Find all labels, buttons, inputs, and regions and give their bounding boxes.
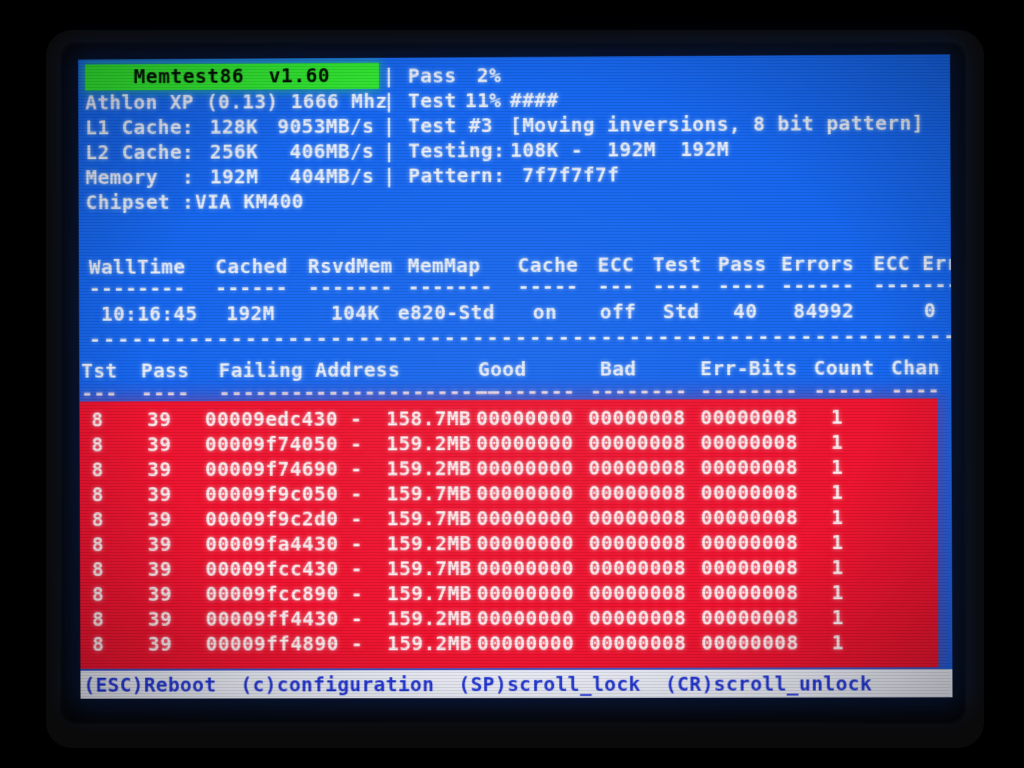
error-table-row: 8 39 00009fcc890 - 159.7MB 00000000 00000008 0… [80,580,938,607]
error-cell-count: 1 [831,506,844,530]
memtest86-screen: Memtest86 v1.60 Athlon XP (0.13) 1666 Mh… [78,54,953,699]
error-cell-err-bits: 00000008 [700,531,799,555]
error-cell-megabytes: 159.7MB [386,557,472,581]
error-cell-bad: 00000008 [588,456,686,480]
error-cell-bad: 00000008 [588,506,686,530]
error-cell-address: 00009f74690 - [204,457,363,481]
error-cell-err-bits: 00000008 [700,456,799,480]
error-cell-bad: 00000008 [589,631,687,655]
error-table-row: 8 39 00009edc430 - 158.7MB 00000000 00000008 0… [79,404,937,432]
error-cell-megabytes: 159.2MB [386,532,472,556]
keyboard-shortcuts-bar[interactable]: (ESC)Reboot (c)configuration (SP)scroll_… [80,672,952,697]
error-cell-address: 00009ff4430 - [205,607,363,631]
error-list-rows[interactable]: 8 39 00009edc430 -158.7MB 00000000 00000008 0… [79,398,938,668]
error-cell-tst: 8 [91,433,104,457]
error-cell-bad: 00000008 [588,556,687,580]
error-cell-good: 00000000 [476,631,575,656]
error-cell-bad: 00000008 [588,431,686,455]
error-cell-pass: 39 [147,483,172,507]
crt-photo: Memtest86 v1.60 Athlon XP (0.13) 1666 Mh… [0,0,1024,768]
error-table-row: 8 39 00009ff4430 - 159.2MB 00000000 00000008 0… [80,605,938,632]
error-cell-megabytes: 159.7MB [386,482,472,506]
error-cell-good: 00000000 [476,406,574,431]
error-cell-count: 1 [831,581,844,605]
error-cell-bad: 00000008 [588,406,686,430]
error-cell-err-bits: 00000008 [700,481,799,505]
error-cell-tst: 8 [92,607,105,631]
error-cell-count: 1 [831,556,844,580]
error-cell-address: 00009f74050 - [204,432,363,457]
error-cell-count: 1 [830,405,844,429]
error-cell-pass: 39 [147,508,172,532]
error-cell-megabytes: 159.2MB [386,457,472,481]
error-cell-address: 00009edc430 - [204,407,363,432]
error-cell-bad: 00000008 [588,606,687,630]
error-cell-count: 1 [831,480,844,505]
error-cell-good: 00000000 [476,556,574,581]
error-cell-megabytes: 159.2MB [386,607,472,631]
error-cell-err-bits: 00000008 [701,631,799,655]
error-cell-count: 1 [831,531,844,555]
error-table-row: 8 39 00009fcc430 - 159.7MB 00000000 00000008 0… [80,555,938,582]
error-cell-count: 1 [831,606,844,630]
error-cell-megabytes: 159.2MB [386,432,472,456]
error-cell-tst: 8 [91,558,105,582]
error-cell-megabytes: 159.2MB [387,632,473,656]
error-cell-good: 00000000 [476,531,574,556]
error-cell-megabytes: 159.7MB [386,507,472,531]
error-cell-good: 00000000 [476,581,575,606]
error-cell-tst: 8 [92,632,105,656]
error-cell-megabytes: 159.7MB [386,582,472,606]
error-cell-good: 00000000 [476,481,574,506]
error-cell-err-bits: 00000008 [701,606,799,630]
error-cell-good: 00000000 [476,431,574,456]
error-cell-tst: 8 [91,508,104,532]
error-cell-pass: 39 [147,433,172,457]
error-cell-tst: 8 [91,483,104,507]
error-cell-good: 00000000 [476,606,575,631]
error-cell-count: 1 [831,631,844,655]
error-cell-bad: 00000008 [588,531,686,555]
error-cell-address: 00009f9c2d0 - [205,507,363,531]
error-cell-address: 00009fa4430 - [205,532,363,556]
error-cell-err-bits: 00000008 [701,581,799,605]
error-cell-pass: 39 [147,557,172,581]
error-cell-count: 1 [830,455,844,480]
error-cell-count: 1 [830,430,844,454]
error-cell-pass: 39 [147,408,172,432]
error-cell-pass: 39 [147,458,172,482]
error-cell-err-bits: 00000008 [700,556,799,580]
error-cell-err-bits: 00000008 [700,431,798,455]
error-cell-pass: 39 [147,582,172,606]
error-cell-address: 00009ff4890 - [205,632,364,656]
error-cell-good: 00000000 [476,506,574,531]
error-cell-err-bits: 00000008 [700,405,798,430]
error-table-row: 8 39 00009f74050 - 159.2MB 00000000 00000008 0… [80,430,938,458]
error-cell-megabytes: 158.7MB [386,407,472,431]
error-cell-pass: 39 [147,532,172,556]
error-cell-address: 00009fcc430 - [205,557,363,581]
error-cell-bad: 00000008 [588,581,687,605]
error-cell-pass: 39 [147,607,173,631]
error-cell-tst: 8 [92,583,105,606]
error-cell-tst: 8 [91,458,104,482]
error-cell-tst: 8 [91,533,105,557]
error-cell-address: 00009f9c050 - [205,482,363,506]
error-cell-pass: 39 [147,632,173,656]
error-cell-tst: 8 [91,408,104,432]
error-table-row: 8 39 00009fa4430 - 159.2MB 00000000 00000008 0… [80,530,938,557]
error-table-row: 8 39 00009f74690 - 159.2MB 00000000 00000008 0… [80,455,938,483]
error-table-row: 8 39 00009ff4890 - 159.2MB 00000000 00000008 0… [80,630,938,657]
error-cell-good: 00000000 [476,456,574,481]
error-cell-address: 00009fcc890 - [205,582,363,606]
error-table-row: 8 39 00009f9c2d0 - 159.7MB 00000000 00000008 0… [80,505,938,532]
error-table-row: 8 39 00009f9c050 - 159.7MB 00000000 00000008 0… [80,480,938,508]
error-cell-bad: 00000008 [588,481,686,505]
error-cell-err-bits: 00000008 [700,506,799,530]
